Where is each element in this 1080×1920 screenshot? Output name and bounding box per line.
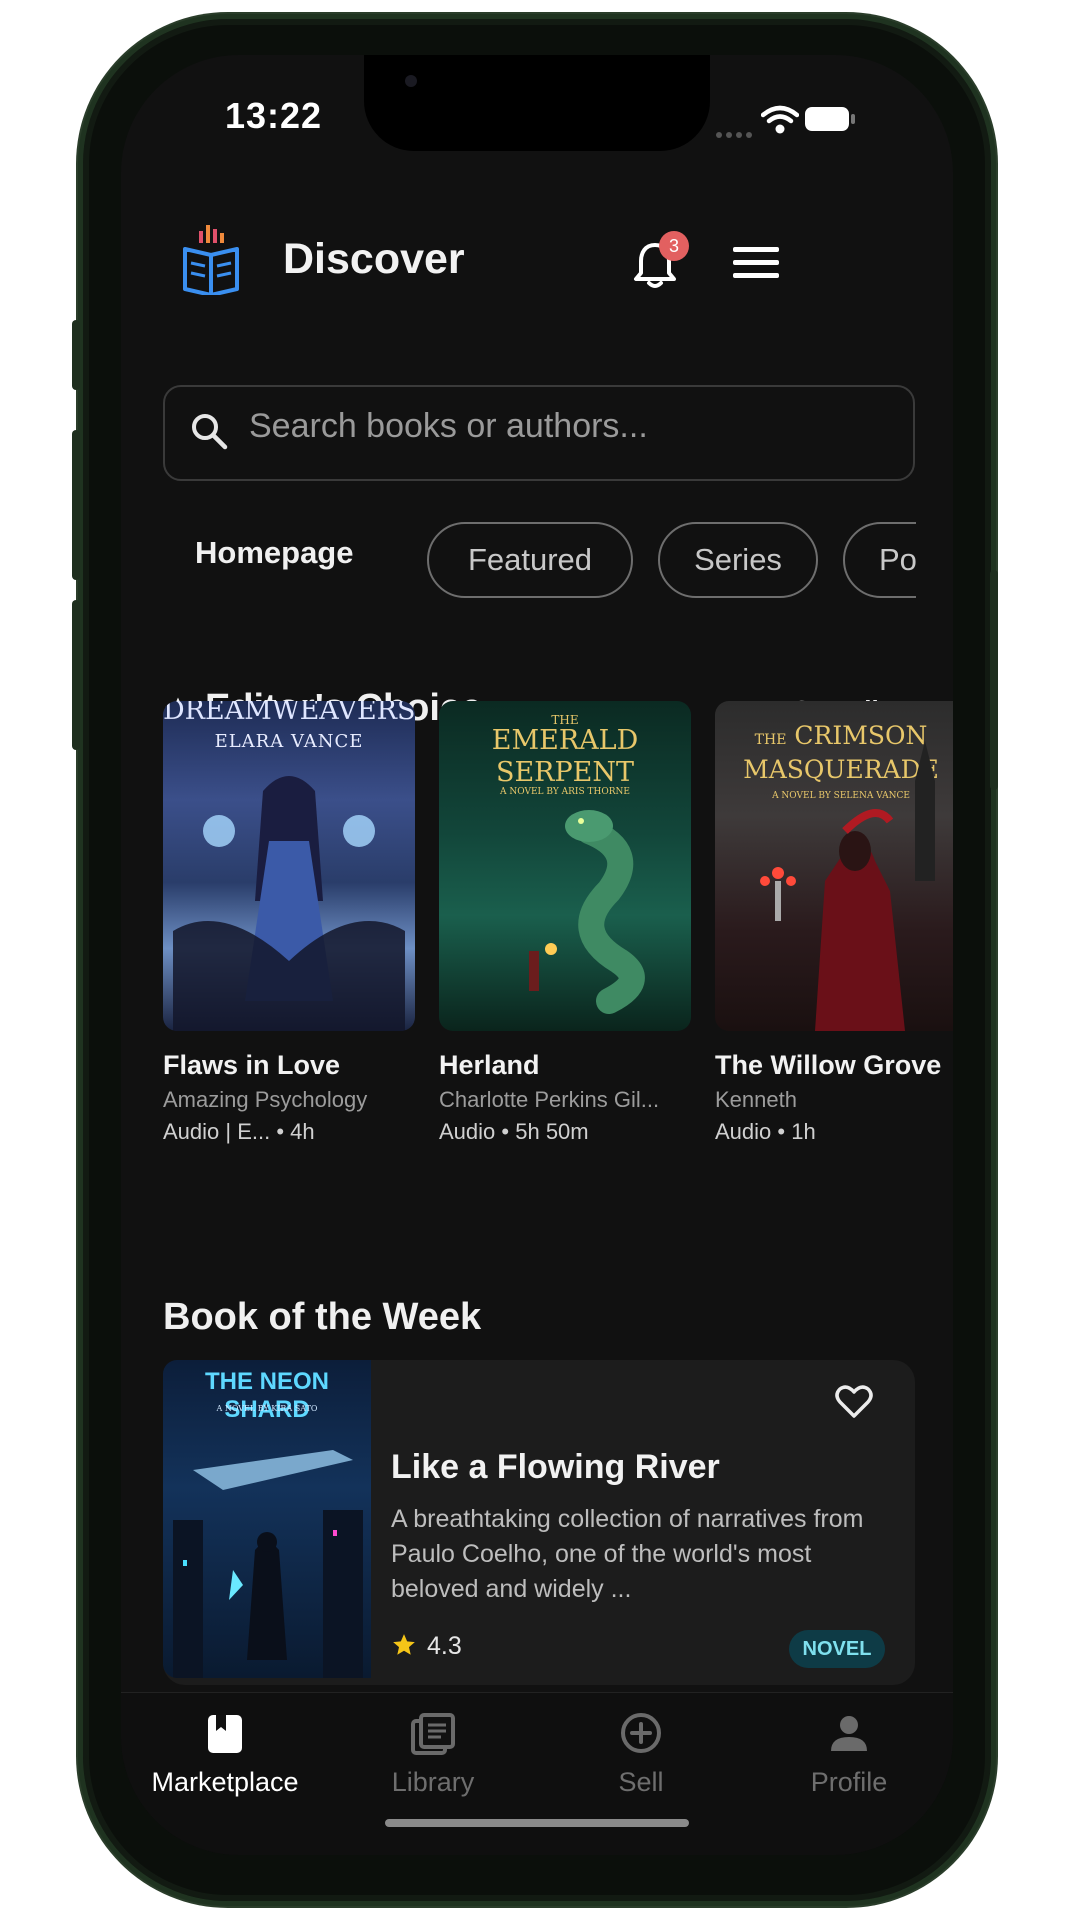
wifi-icon bbox=[760, 105, 800, 139]
bookmark-book-icon bbox=[208, 1715, 242, 1753]
chip-popular-label: Po bbox=[879, 542, 917, 577]
book-of-week-cover[interactable]: THE NEON SHARD A NOVEL BY KIRA SATO bbox=[163, 1360, 371, 1678]
chips-fade bbox=[916, 515, 953, 605]
book-format-2: Audio bbox=[439, 1119, 496, 1144]
cover-illustration-2 bbox=[529, 810, 645, 1014]
tab-homepage[interactable]: Homepage bbox=[195, 535, 353, 571]
book-duration-3: 1h bbox=[791, 1119, 816, 1144]
cover-illustration-3 bbox=[760, 741, 935, 1031]
chip-series[interactable]: Series bbox=[658, 522, 818, 598]
notifications-button[interactable]: 3 bbox=[633, 231, 693, 295]
notification-badge: 3 bbox=[659, 231, 689, 261]
status-time: 13:22 bbox=[225, 95, 323, 136]
book-cover-1[interactable]: DREAMWEAVERS ELARA VANCE bbox=[163, 701, 415, 1031]
menu-button[interactable] bbox=[733, 245, 779, 281]
genre-badge-label: NOVEL bbox=[802, 1637, 872, 1660]
page-title: Discover bbox=[283, 235, 465, 283]
app-screen: 13:22 Discover 3 Search books or authors… bbox=[121, 55, 953, 1855]
book-duration-1: 4h bbox=[290, 1119, 315, 1144]
chip-featured-label: Featured bbox=[467, 542, 593, 577]
book-duration-2: 5h 50m bbox=[515, 1119, 589, 1144]
notch bbox=[364, 55, 710, 151]
meta-dot: • bbox=[777, 1119, 792, 1144]
favorite-button[interactable] bbox=[835, 1385, 873, 1423]
book-of-week-title: Book of the Week bbox=[163, 1296, 482, 1338]
side-button-volume-up bbox=[72, 430, 80, 580]
botw-book-title[interactable]: Like a Flowing River bbox=[391, 1448, 720, 1487]
search-icon bbox=[189, 411, 229, 455]
rating-star-icon bbox=[391, 1632, 417, 1662]
botw-rating: 4.3 bbox=[427, 1632, 462, 1660]
book-author-2: Charlotte Perkins Gil... bbox=[439, 1087, 660, 1112]
chip-series-label: Series bbox=[694, 542, 782, 577]
chip-featured[interactable]: Featured bbox=[427, 522, 633, 598]
battery-icon bbox=[804, 105, 856, 137]
book-title-2[interactable]: Herland bbox=[439, 1050, 540, 1081]
nav-sell-label: Sell bbox=[618, 1767, 664, 1797]
meta-dot: • bbox=[501, 1119, 516, 1144]
front-camera bbox=[405, 75, 417, 87]
book-format-3: Audio bbox=[715, 1119, 772, 1144]
book-title-1[interactable]: Flaws in Love bbox=[163, 1050, 340, 1081]
heart-icon bbox=[835, 1385, 873, 1418]
book-format-1: Audio | E... bbox=[163, 1119, 271, 1144]
nav-profile-label: Profile bbox=[810, 1767, 888, 1797]
book-meta-1: Audio | E... • 4h bbox=[163, 1119, 315, 1145]
nav-sell[interactable]: Sell bbox=[537, 1705, 745, 1815]
library-icon bbox=[411, 1713, 455, 1755]
notification-count: 3 bbox=[668, 235, 679, 256]
botw-description: A breathtaking collection of narratives … bbox=[391, 1505, 864, 1603]
nav-library-label: Library bbox=[391, 1767, 475, 1797]
book-cover-2[interactable]: THE EMERALD SERPENT A NOVEL BY ARIS THOR… bbox=[439, 701, 691, 1031]
book-title-3[interactable]: The Willow Grove bbox=[715, 1050, 941, 1081]
book-cover-3[interactable]: THE CRIMSON MASQUERADE A NOVEL BY SELENA… bbox=[715, 701, 953, 1031]
nav-marketplace[interactable]: Marketplace bbox=[121, 1705, 329, 1815]
side-button-power bbox=[990, 570, 998, 790]
side-button-silent bbox=[72, 320, 80, 390]
search-placeholder: Search books or authors... bbox=[249, 407, 648, 445]
person-icon bbox=[831, 1716, 867, 1751]
botw-cover-illustration bbox=[173, 1450, 363, 1678]
book-author-3: Kenneth bbox=[715, 1087, 797, 1112]
book-meta-2: Audio • 5h 50m bbox=[439, 1119, 589, 1145]
nav-profile[interactable]: Profile bbox=[745, 1705, 953, 1815]
app-logo-icon bbox=[179, 223, 243, 299]
nav-marketplace-label: Marketplace bbox=[151, 1767, 299, 1797]
home-indicator bbox=[385, 1819, 689, 1827]
add-circle-icon bbox=[621, 1713, 661, 1753]
cellular-signal-icon bbox=[715, 125, 755, 144]
genre-badge: NOVEL bbox=[789, 1630, 885, 1668]
meta-dot: • bbox=[276, 1119, 291, 1144]
cover-illustration-1 bbox=[173, 776, 405, 1031]
book-meta-3: Audio • 1h bbox=[715, 1119, 816, 1145]
nav-library[interactable]: Library bbox=[329, 1705, 537, 1815]
side-button-volume-down bbox=[72, 600, 80, 750]
book-author-1: Amazing Psychology bbox=[163, 1087, 368, 1112]
hamburger-menu-icon bbox=[733, 247, 779, 278]
